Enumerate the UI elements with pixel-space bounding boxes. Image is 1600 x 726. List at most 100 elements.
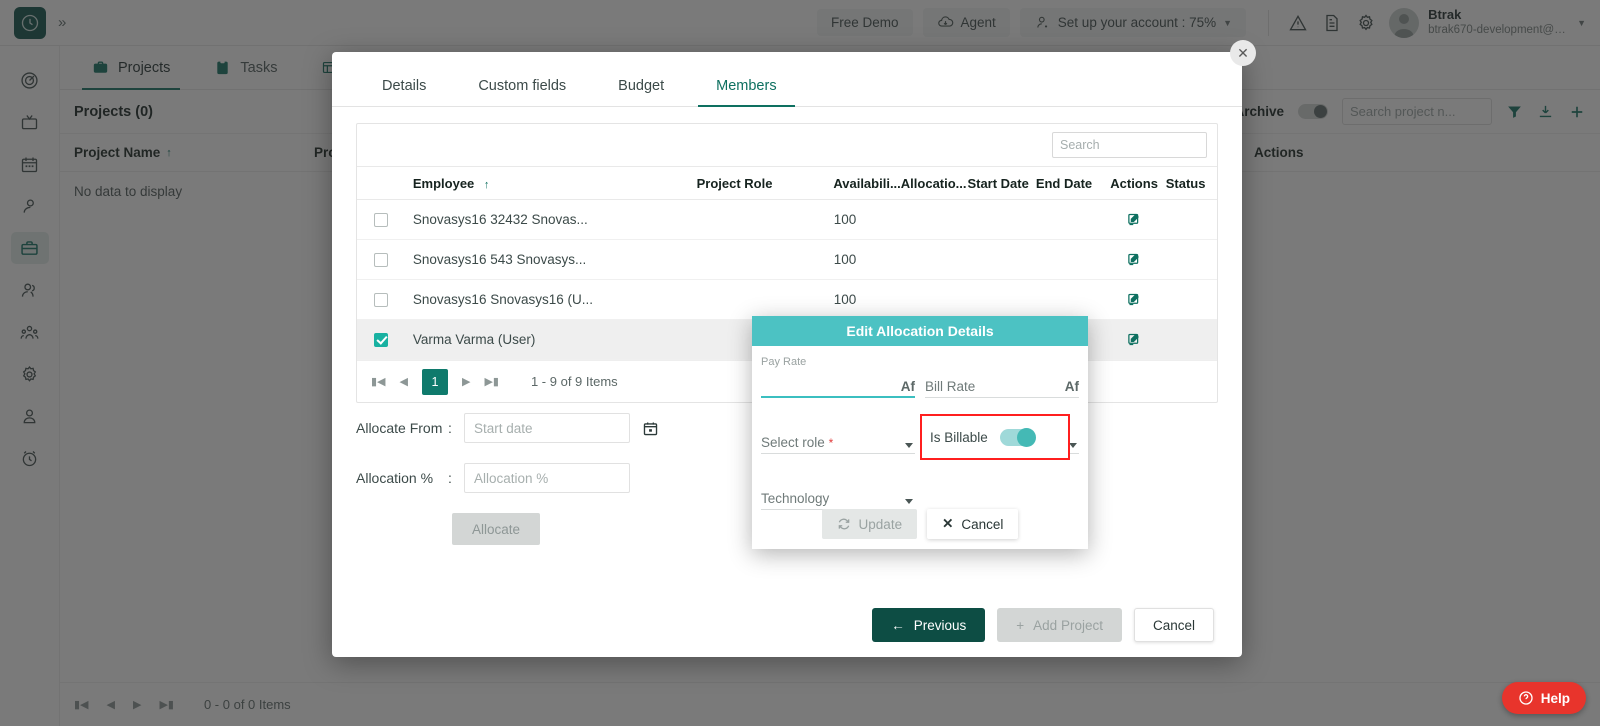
colon-separator: : bbox=[448, 470, 452, 486]
previous-button[interactable]: ← Previous bbox=[872, 608, 986, 642]
row-checkbox[interactable] bbox=[373, 212, 388, 227]
members-toolbar: Search bbox=[357, 124, 1217, 166]
column-employee-label: Employee bbox=[412, 175, 475, 191]
cell-employee: Snovasys16 Snovasys16 (U... bbox=[412, 292, 593, 307]
select-role-dropdown[interactable]: Select role * bbox=[761, 412, 915, 454]
popup-title: Edit Allocation Details bbox=[752, 316, 1088, 346]
close-icon[interactable]: ✕ bbox=[1230, 40, 1256, 66]
column-project-role[interactable]: Project Role bbox=[697, 176, 834, 191]
row-checkbox-cell[interactable] bbox=[357, 212, 405, 227]
close-icon: ✕ bbox=[942, 516, 954, 531]
is-billable-label: Is Billable bbox=[930, 429, 988, 445]
table-row[interactable]: Snovasys16 32432 Snovas... 100 bbox=[357, 200, 1217, 240]
column-start-date[interactable]: Start Date bbox=[967, 176, 1035, 191]
column-status: Status bbox=[1165, 175, 1206, 191]
select-role-underline bbox=[761, 453, 915, 454]
cell-actions[interactable] bbox=[1102, 292, 1165, 307]
cancel-label: Cancel bbox=[1152, 617, 1195, 633]
row-checkbox[interactable] bbox=[373, 252, 388, 267]
popup-cancel-label: Cancel bbox=[961, 516, 1004, 532]
allocate-button[interactable]: Allocate bbox=[452, 513, 541, 545]
cell-actions[interactable] bbox=[1102, 252, 1165, 267]
row-checkbox-cell[interactable] bbox=[357, 252, 405, 267]
rate-row: Pay Rate Af Bill Rate Af bbox=[761, 356, 1079, 398]
bill-rate-underline bbox=[925, 397, 1079, 398]
cell-employee: Varma Varma (User) bbox=[412, 332, 536, 347]
chevron-down-icon bbox=[905, 443, 913, 448]
required-mark: * bbox=[828, 436, 834, 450]
technology-dropdown[interactable]: Technology bbox=[761, 468, 915, 510]
add-project-label: Add Project bbox=[1033, 617, 1103, 633]
refresh-icon bbox=[837, 517, 851, 531]
modal-tabstrip: Details Custom fields Budget Members bbox=[332, 52, 1242, 107]
app-root: » Free Demo Agent bbox=[0, 0, 1600, 726]
chevron-down-icon bbox=[1069, 443, 1077, 448]
edit-allocation-popup: Edit Allocation Details Pay Rate Af Bill… bbox=[752, 316, 1088, 549]
last-page-icon[interactable]: ▶▮ bbox=[484, 375, 499, 388]
row-checkbox[interactable] bbox=[373, 332, 388, 347]
table-row[interactable]: Snovasys16 Snovasys16 (U... 100 bbox=[357, 280, 1217, 320]
members-search-input[interactable]: Search bbox=[1052, 132, 1207, 158]
column-availability[interactable]: Availabili... bbox=[833, 176, 900, 191]
page-number-1[interactable]: 1 bbox=[421, 368, 448, 395]
technology-row: Technology bbox=[761, 468, 1079, 510]
calendar-icon[interactable] bbox=[642, 420, 659, 437]
tab-details[interactable]: Details bbox=[356, 70, 452, 106]
cell-actions[interactable] bbox=[1102, 332, 1165, 347]
cell-availability: 100 bbox=[833, 212, 857, 227]
row-checkbox[interactable] bbox=[373, 292, 388, 307]
pay-rate-field[interactable]: Pay Rate Af bbox=[761, 356, 915, 398]
popup-cancel-button[interactable]: ✕ Cancel bbox=[927, 509, 1019, 539]
members-table-header: Employee ↑ Project Role Availabili... Al… bbox=[357, 166, 1217, 200]
update-button[interactable]: Update bbox=[821, 509, 918, 539]
cell-availability: 100 bbox=[833, 292, 857, 307]
update-label: Update bbox=[858, 516, 903, 532]
row-checkbox-cell[interactable] bbox=[357, 332, 405, 347]
edit-icon[interactable] bbox=[1127, 212, 1142, 227]
allocate-from-label: Allocate From bbox=[356, 420, 443, 436]
edit-icon[interactable] bbox=[1127, 292, 1142, 307]
is-billable-highlight: Is Billable bbox=[920, 414, 1070, 460]
bill-rate-field[interactable]: Bill Rate Af bbox=[925, 356, 1079, 398]
column-allocation[interactable]: Allocatio... bbox=[901, 176, 968, 191]
bill-rate-label: Bill Rate bbox=[925, 379, 976, 394]
tab-budget[interactable]: Budget bbox=[592, 70, 690, 106]
cancel-button[interactable]: Cancel bbox=[1133, 608, 1214, 642]
allocate-from-input[interactable]: Start date bbox=[464, 413, 630, 443]
table-row[interactable]: Snovasys16 543 Snovasys... 100 bbox=[357, 240, 1217, 280]
is-billable-toggle[interactable] bbox=[999, 427, 1036, 447]
prev-page-icon[interactable]: ◀ bbox=[400, 375, 408, 388]
cell-actions[interactable] bbox=[1102, 212, 1165, 227]
technology-label: Technology bbox=[761, 491, 830, 506]
select-role-text: Select role bbox=[761, 435, 825, 450]
pay-rate-underline bbox=[761, 396, 915, 398]
select-role-label: Select role * bbox=[761, 435, 833, 450]
next-page-icon[interactable]: ▶ bbox=[462, 375, 470, 388]
column-end-date[interactable]: End Date bbox=[1036, 176, 1103, 191]
edit-icon[interactable] bbox=[1127, 332, 1142, 347]
members-pager-text: 1 - 9 of 9 Items bbox=[530, 374, 618, 389]
arrow-left-icon: ← bbox=[891, 617, 905, 633]
tab-custom-fields[interactable]: Custom fields bbox=[452, 70, 592, 106]
column-employee[interactable]: Employee ↑ bbox=[405, 176, 697, 191]
plus-icon: + bbox=[1016, 617, 1025, 633]
cell-employee: Snovasys16 543 Snovasys... bbox=[412, 252, 587, 267]
bill-rate-value: Af bbox=[1064, 379, 1079, 394]
edit-icon[interactable] bbox=[1127, 252, 1142, 267]
colon-separator: : bbox=[448, 420, 452, 436]
chevron-down-icon bbox=[905, 499, 913, 504]
allocation-pct-input[interactable]: Allocation % bbox=[464, 463, 630, 493]
first-page-icon[interactable]: ▮◀ bbox=[371, 375, 386, 388]
help-button[interactable]: Help bbox=[1501, 682, 1586, 714]
tab-members[interactable]: Members bbox=[690, 70, 802, 107]
cell-employee: Snovasys16 32432 Snovas... bbox=[412, 212, 588, 227]
popup-actions: Update ✕ Cancel bbox=[752, 509, 1088, 539]
allocation-pct-label: Allocation % bbox=[356, 470, 434, 486]
previous-label: Previous bbox=[913, 617, 967, 633]
add-project-button[interactable]: + Add Project bbox=[997, 608, 1122, 642]
pay-rate-value: Af bbox=[900, 379, 915, 394]
row-checkbox-cell[interactable] bbox=[357, 292, 405, 307]
modal-footer: ← Previous + Add Project Cancel bbox=[332, 593, 1242, 657]
cell-availability: 100 bbox=[833, 252, 857, 267]
help-label: Help bbox=[1540, 690, 1570, 706]
